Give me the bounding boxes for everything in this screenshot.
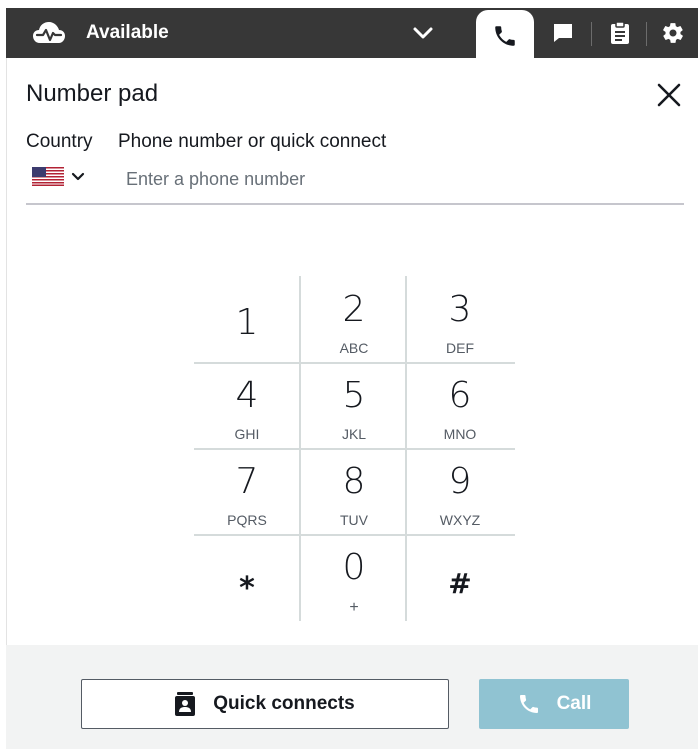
key-digit: 3	[448, 289, 472, 330]
cloud-pulse-icon	[33, 22, 65, 43]
tab-divider	[591, 22, 592, 46]
keypad-key-star[interactable]: *	[194, 536, 300, 622]
keypad-key-4[interactable]: 4 GHI	[194, 364, 300, 450]
key-digit: 5	[342, 375, 366, 416]
key-digit: 9	[448, 461, 472, 502]
phone-icon	[519, 695, 538, 713]
key-digit: 4	[235, 375, 259, 416]
key-digit: 1	[235, 302, 259, 343]
key-digit: 7	[235, 461, 259, 502]
keypad-key-5[interactable]: 5 JKL	[301, 364, 407, 450]
chevron-down-icon	[71, 172, 85, 181]
keypad-key-1[interactable]: 1	[194, 276, 300, 362]
key-letters: JKL	[341, 426, 367, 442]
key-digit: 0	[342, 547, 366, 588]
keypad-key-0[interactable]: 0 +	[301, 536, 407, 622]
key-letters: MNO	[443, 426, 477, 442]
close-icon[interactable]	[654, 80, 684, 110]
key-digit: #	[448, 567, 472, 600]
page-title: Number pad	[26, 80, 159, 107]
country-select[interactable]	[32, 164, 92, 190]
phone-number-input[interactable]	[112, 162, 696, 196]
key-letters: TUV	[340, 512, 368, 528]
clipboard-icon	[611, 21, 629, 44]
input-underline	[26, 203, 684, 205]
keypad-key-6[interactable]: 6 MNO	[407, 364, 513, 450]
call-label: Call	[556, 693, 592, 714]
keypad-key-hash[interactable]: #	[407, 536, 513, 622]
tab-tasks[interactable]	[594, 8, 646, 58]
key-letters: ABC	[339, 340, 369, 356]
us-flag-icon	[32, 167, 64, 186]
tab-phone[interactable]	[476, 10, 534, 62]
chat-icon	[554, 24, 572, 42]
key-digit: 8	[342, 461, 366, 502]
contact-book-icon	[175, 692, 196, 716]
key-letters: WXYZ	[439, 512, 481, 528]
country-label: Country	[26, 131, 93, 152]
key-letters: +	[349, 599, 359, 616]
key-letters: GHI	[234, 426, 260, 442]
key-digit: *	[239, 571, 255, 606]
key-letters: DEF	[446, 340, 474, 356]
chevron-down-icon	[413, 27, 433, 39]
keypad-key-7[interactable]: 7 PQRS	[194, 450, 300, 536]
tab-settings[interactable]	[648, 8, 698, 58]
call-button[interactable]: Call	[479, 679, 629, 729]
keypad-key-8[interactable]: 8 TUV	[301, 450, 407, 536]
gear-icon	[663, 23, 683, 43]
ccp-softphone-window: Available Number pad Country Phone numbe…	[0, 0, 698, 749]
keypad-key-3[interactable]: 3 DEF	[407, 276, 513, 362]
panel-left-border	[6, 58, 7, 645]
key-digit: 6	[448, 375, 472, 416]
key-digit: 2	[342, 289, 366, 330]
phone-icon	[495, 26, 515, 46]
keypad-key-9[interactable]: 9 WXYZ	[407, 450, 513, 536]
agent-status-dropdown[interactable]: Available	[6, 8, 476, 58]
tab-divider	[646, 22, 647, 46]
tab-chat[interactable]	[536, 8, 590, 58]
quick-connects-button[interactable]: Quick connects	[81, 679, 449, 729]
agent-status-label: Available	[86, 22, 169, 43]
phone-number-label: Phone number or quick connect	[118, 131, 387, 152]
keypad-key-2[interactable]: 2 ABC	[301, 276, 407, 362]
top-bar: Available	[6, 8, 698, 62]
quick-connects-label: Quick connects	[213, 693, 355, 714]
key-letters: PQRS	[227, 512, 267, 528]
number-keypad: 1 2 ABC 3 DEF 4 GHI 5 JKL 6 MNO 7 PQRS 8	[194, 276, 515, 621]
